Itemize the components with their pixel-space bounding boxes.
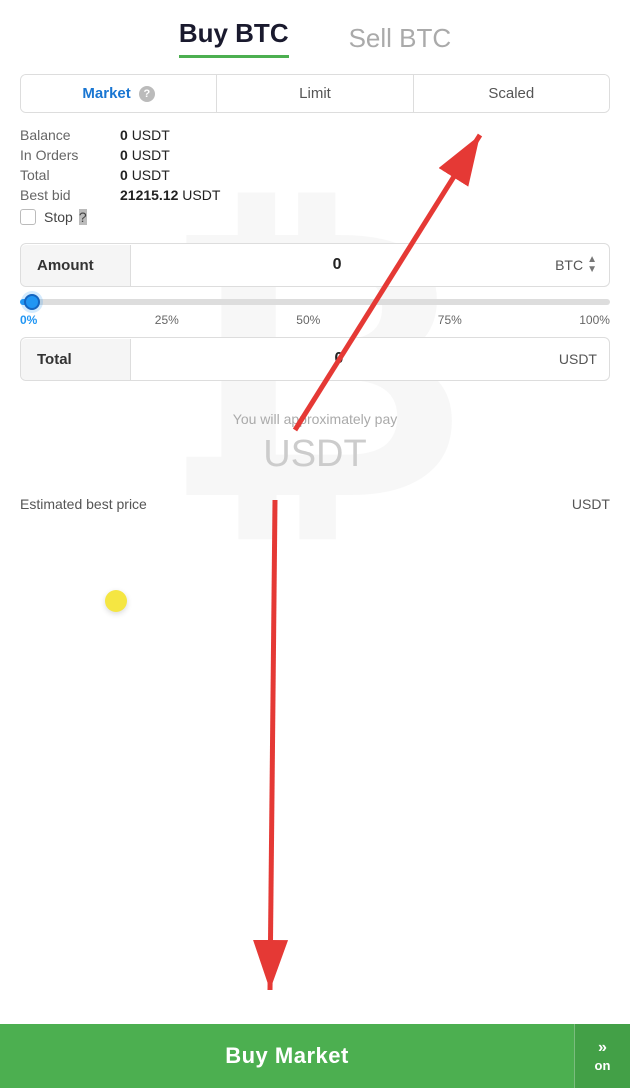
estimated-row: Estimated best price USDT (0, 486, 630, 522)
tab-market[interactable]: Market ? (21, 75, 217, 112)
yellow-dot (105, 590, 127, 612)
slider-label-75[interactable]: 75% (438, 313, 462, 327)
estimated-value: USDT (572, 496, 610, 512)
slider-section: 0% 25% 50% 75% 100% (20, 299, 610, 327)
amount-currency: BTC ▲ ▼ (543, 255, 609, 275)
stop-checkbox[interactable] (20, 209, 36, 225)
balance-label: Balance (20, 127, 120, 143)
slider-thumb[interactable] (24, 294, 40, 310)
stop-row: Stop ? (20, 209, 610, 225)
pay-info-amount: USDT (20, 433, 610, 476)
pay-info-section: You will approximately pay USDT (0, 381, 630, 486)
amount-label: Amount (21, 245, 131, 286)
chevrons-icon: » (598, 1040, 607, 1056)
order-type-tabs: Market ? Limit Scaled (20, 74, 610, 113)
total-currency: USDT (547, 351, 609, 367)
total-info-row: Total 0 USDT (20, 167, 610, 183)
estimated-label: Estimated best price (20, 496, 147, 512)
tab-limit[interactable]: Limit (217, 75, 413, 112)
total-field-row: Total USDT (20, 337, 610, 381)
amount-input[interactable] (131, 244, 543, 286)
pay-info-label: You will approximately pay (20, 411, 610, 427)
amount-field-row: Amount BTC ▲ ▼ (20, 243, 610, 287)
buy-on-button[interactable]: » on (574, 1024, 630, 1088)
stop-help-icon[interactable]: ? (79, 209, 87, 225)
in-orders-row: In Orders 0 USDT (20, 147, 610, 163)
stop-label: Stop (44, 209, 73, 225)
slider-label-0[interactable]: 0% (20, 313, 37, 327)
total-input[interactable] (131, 338, 547, 380)
balance-value: 0 USDT (120, 127, 170, 143)
best-bid-row: Best bid 21215.12 USDT (20, 187, 610, 203)
buy-button-container: Buy Market » on (0, 1024, 630, 1088)
buy-tab[interactable]: Buy BTC (179, 18, 289, 58)
best-bid-label: Best bid (20, 187, 120, 203)
in-orders-label: In Orders (20, 147, 120, 163)
slider-labels: 0% 25% 50% 75% 100% (20, 313, 610, 327)
slider-track[interactable] (20, 299, 610, 305)
slider-label-50[interactable]: 50% (296, 313, 320, 327)
in-orders-value: 0 USDT (120, 147, 170, 163)
total-field-label: Total (21, 339, 131, 380)
tab-scaled[interactable]: Scaled (414, 75, 609, 112)
best-bid-value: 21215.12 USDT (120, 187, 220, 203)
total-info-label: Total (20, 167, 120, 183)
on-label: on (595, 1058, 611, 1073)
header-tabs: Buy BTC Sell BTC (0, 0, 630, 58)
slider-label-100[interactable]: 100% (579, 313, 610, 327)
sell-tab[interactable]: Sell BTC (349, 23, 452, 54)
amount-arrows[interactable]: ▲ ▼ (587, 255, 597, 275)
balance-row: Balance 0 USDT (20, 127, 610, 143)
total-info-value: 0 USDT (120, 167, 170, 183)
market-help-icon[interactable]: ? (139, 86, 155, 102)
slider-label-25[interactable]: 25% (155, 313, 179, 327)
info-section: Balance 0 USDT In Orders 0 USDT Total 0 … (0, 113, 630, 233)
buy-market-button[interactable]: Buy Market (0, 1024, 574, 1088)
